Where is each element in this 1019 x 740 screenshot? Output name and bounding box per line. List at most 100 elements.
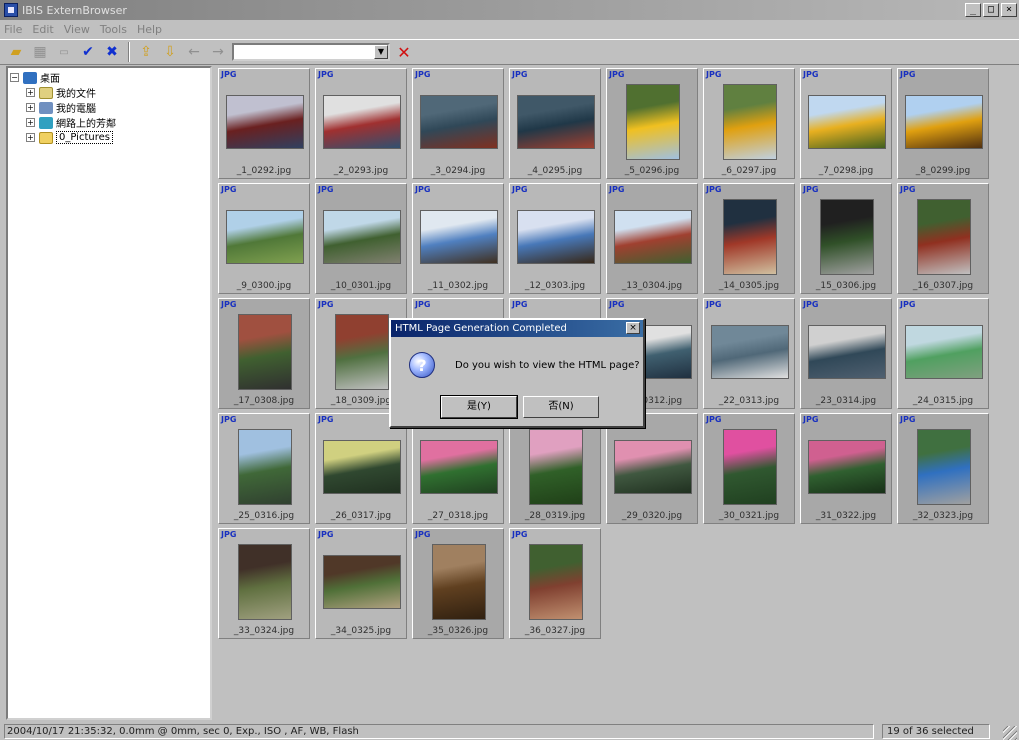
check-icon[interactable]: ✔ (78, 42, 98, 62)
forward-arrow-icon[interactable]: → (208, 42, 228, 62)
thumbnail-image (529, 429, 583, 505)
dialog-close-icon[interactable]: × (626, 322, 640, 334)
tree-node[interactable]: + 網路上的芳鄰 (10, 115, 208, 130)
thumbnail-image (420, 210, 498, 264)
thumbnail-filename: _22_0313.jpg (718, 396, 780, 406)
app-icon[interactable] (4, 3, 18, 17)
thumbnail-item[interactable]: JPG _12_0303.jpg (509, 183, 601, 294)
toolbar: ▰ ▦ ▭ ✔ ✖ ⇪ ⇩ ← → ▼ ✕ (0, 39, 1019, 65)
expand-toggle-icon[interactable]: + (26, 118, 35, 127)
thumbnail-item[interactable]: JPG _31_0322.jpg (800, 413, 892, 524)
address-combobox[interactable]: ▼ (232, 43, 390, 61)
thumbnail-filename: _9_0300.jpg (236, 281, 292, 291)
close-icon[interactable]: × (1001, 3, 1017, 17)
tree-node[interactable]: + 我的電腦 (10, 100, 208, 115)
thumbnail-item[interactable]: JPG _6_0297.jpg (703, 68, 795, 179)
thumbnail-item[interactable]: JPG _32_0323.jpg (897, 413, 989, 524)
thumbnail-item[interactable]: JPG _36_0327.jpg (509, 528, 601, 639)
thumbnail-item[interactable]: JPG _9_0300.jpg (218, 183, 310, 294)
thumbnail-item[interactable]: JPG _3_0294.jpg (412, 68, 504, 179)
expand-toggle-icon[interactable]: + (26, 133, 35, 142)
thumbnail-item[interactable]: JPG _34_0325.jpg (315, 528, 407, 639)
thumbnail-item[interactable]: JPG _26_0317.jpg (315, 413, 407, 524)
exif-icon[interactable]: ▭ (54, 42, 74, 62)
thumbnail-image (420, 440, 498, 494)
thumbnail-filename: _26_0317.jpg (330, 511, 392, 521)
thumbnail-frame (807, 83, 887, 161)
thumbnail-item[interactable]: JPG _5_0296.jpg (606, 68, 698, 179)
folder-tree[interactable]: − 桌面 + 我的文件 + 我的電腦 + 網路上的芳鄰 +0_Pictures (6, 66, 212, 720)
file-type-badge: JPG (415, 70, 431, 79)
open-folder-icon[interactable]: ▰ (6, 42, 26, 62)
file-type-badge: JPG (318, 415, 334, 424)
thumbnail-item[interactable]: JPG _7_0298.jpg (800, 68, 892, 179)
stop-icon[interactable]: ✕ (394, 42, 414, 62)
minimize-icon[interactable]: _ (965, 3, 981, 17)
title-bar[interactable]: IBIS ExternBrowser _ □ × (0, 0, 1019, 20)
thumbnail-image (711, 325, 789, 379)
thumbnail-image (323, 440, 401, 494)
tree-node[interactable]: − 桌面 (10, 70, 208, 85)
import-icon[interactable]: ⇩ (160, 42, 180, 62)
thumbnail-item[interactable]: JPG _11_0302.jpg (412, 183, 504, 294)
file-type-badge: JPG (221, 300, 237, 309)
thumbnail-item[interactable]: JPG _1_0292.jpg (218, 68, 310, 179)
thumbnail-item[interactable]: JPG _16_0307.jpg (897, 183, 989, 294)
thumbnail-item[interactable]: JPG _8_0299.jpg (897, 68, 989, 179)
thumbnail-frame (710, 428, 790, 506)
tree-node-label: 我的文件 (56, 89, 96, 100)
thumbnail-item[interactable]: JPG _23_0314.jpg (800, 298, 892, 409)
menu-view[interactable]: View (64, 23, 90, 36)
export-icon[interactable]: ⇪ (136, 42, 156, 62)
maximize-icon[interactable]: □ (983, 3, 999, 17)
dialog-title-bar[interactable]: HTML Page Generation Completed × (391, 320, 643, 337)
thumbnail-item[interactable]: JPG _14_0305.jpg (703, 183, 795, 294)
file-type-badge: JPG (706, 415, 722, 424)
no-button[interactable]: 否(N) (523, 396, 599, 418)
menu-help[interactable]: Help (137, 23, 162, 36)
back-arrow-icon[interactable]: ← (184, 42, 204, 62)
thumbnail-item[interactable]: JPG _22_0313.jpg (703, 298, 795, 409)
menu-edit[interactable]: Edit (32, 23, 53, 36)
thumbnail-item[interactable]: JPG _13_0304.jpg (606, 183, 698, 294)
thumbnail-frame (613, 198, 693, 276)
thumbnail-item[interactable]: JPG _24_0315.jpg (897, 298, 989, 409)
menu-file[interactable]: File (4, 23, 22, 36)
thumbnail-item[interactable]: JPG _33_0324.jpg (218, 528, 310, 639)
file-type-badge: JPG (900, 70, 916, 79)
thumbnail-item[interactable]: JPG _4_0295.jpg (509, 68, 601, 179)
uncheck-icon[interactable]: ✖ (102, 42, 122, 62)
thumbnail-item[interactable]: JPG_29_0320.jpg (606, 413, 698, 524)
thumbnail-item[interactable]: JPG_28_0319.jpg (509, 413, 601, 524)
thumbnail-item[interactable]: JPG_27_0318.jpg (412, 413, 504, 524)
tree-node[interactable]: + 我的文件 (10, 85, 208, 100)
menu-tools[interactable]: Tools (100, 23, 127, 36)
thumbnail-item[interactable]: JPG _35_0326.jpg (412, 528, 504, 639)
file-type-badge: JPG (609, 185, 625, 194)
thumbnail-item[interactable]: JPG _30_0321.jpg (703, 413, 795, 524)
file-type-badge: JPG (318, 300, 334, 309)
tree-node[interactable]: +0_Pictures (10, 130, 208, 145)
file-type-badge: JPG (609, 300, 625, 309)
thumbnail-item[interactable]: JPG _25_0316.jpg (218, 413, 310, 524)
expand-toggle-icon[interactable]: + (26, 88, 35, 97)
chevron-down-icon[interactable]: ▼ (374, 45, 388, 59)
tree-node-label: 桌面 (40, 74, 60, 85)
thumbnail-view-icon[interactable]: ▦ (30, 42, 50, 62)
file-type-badge: JPG (415, 530, 431, 539)
expand-toggle-icon[interactable]: + (26, 103, 35, 112)
thumbnail-image (820, 199, 874, 275)
thumbnail-item[interactable]: JPG _15_0306.jpg (800, 183, 892, 294)
thumbnail-item[interactable]: JPG _10_0301.jpg (315, 183, 407, 294)
thumbnail-filename: _2_0293.jpg (333, 166, 389, 176)
resize-grip[interactable] (1003, 726, 1017, 740)
thumbnail-image (226, 210, 304, 264)
thumbnail-item[interactable]: JPG _17_0308.jpg (218, 298, 310, 409)
thumbnail-filename: _35_0326.jpg (427, 626, 489, 636)
file-type-badge: JPG (900, 185, 916, 194)
collapse-toggle-icon[interactable]: − (10, 73, 19, 82)
thumbnail-filename: _16_0307.jpg (912, 281, 974, 291)
thumbnail-item[interactable]: JPG _2_0293.jpg (315, 68, 407, 179)
app-window: IBIS ExternBrowser _ □ × File Edit View … (0, 0, 1019, 740)
yes-button[interactable]: 是(Y) (440, 395, 518, 419)
